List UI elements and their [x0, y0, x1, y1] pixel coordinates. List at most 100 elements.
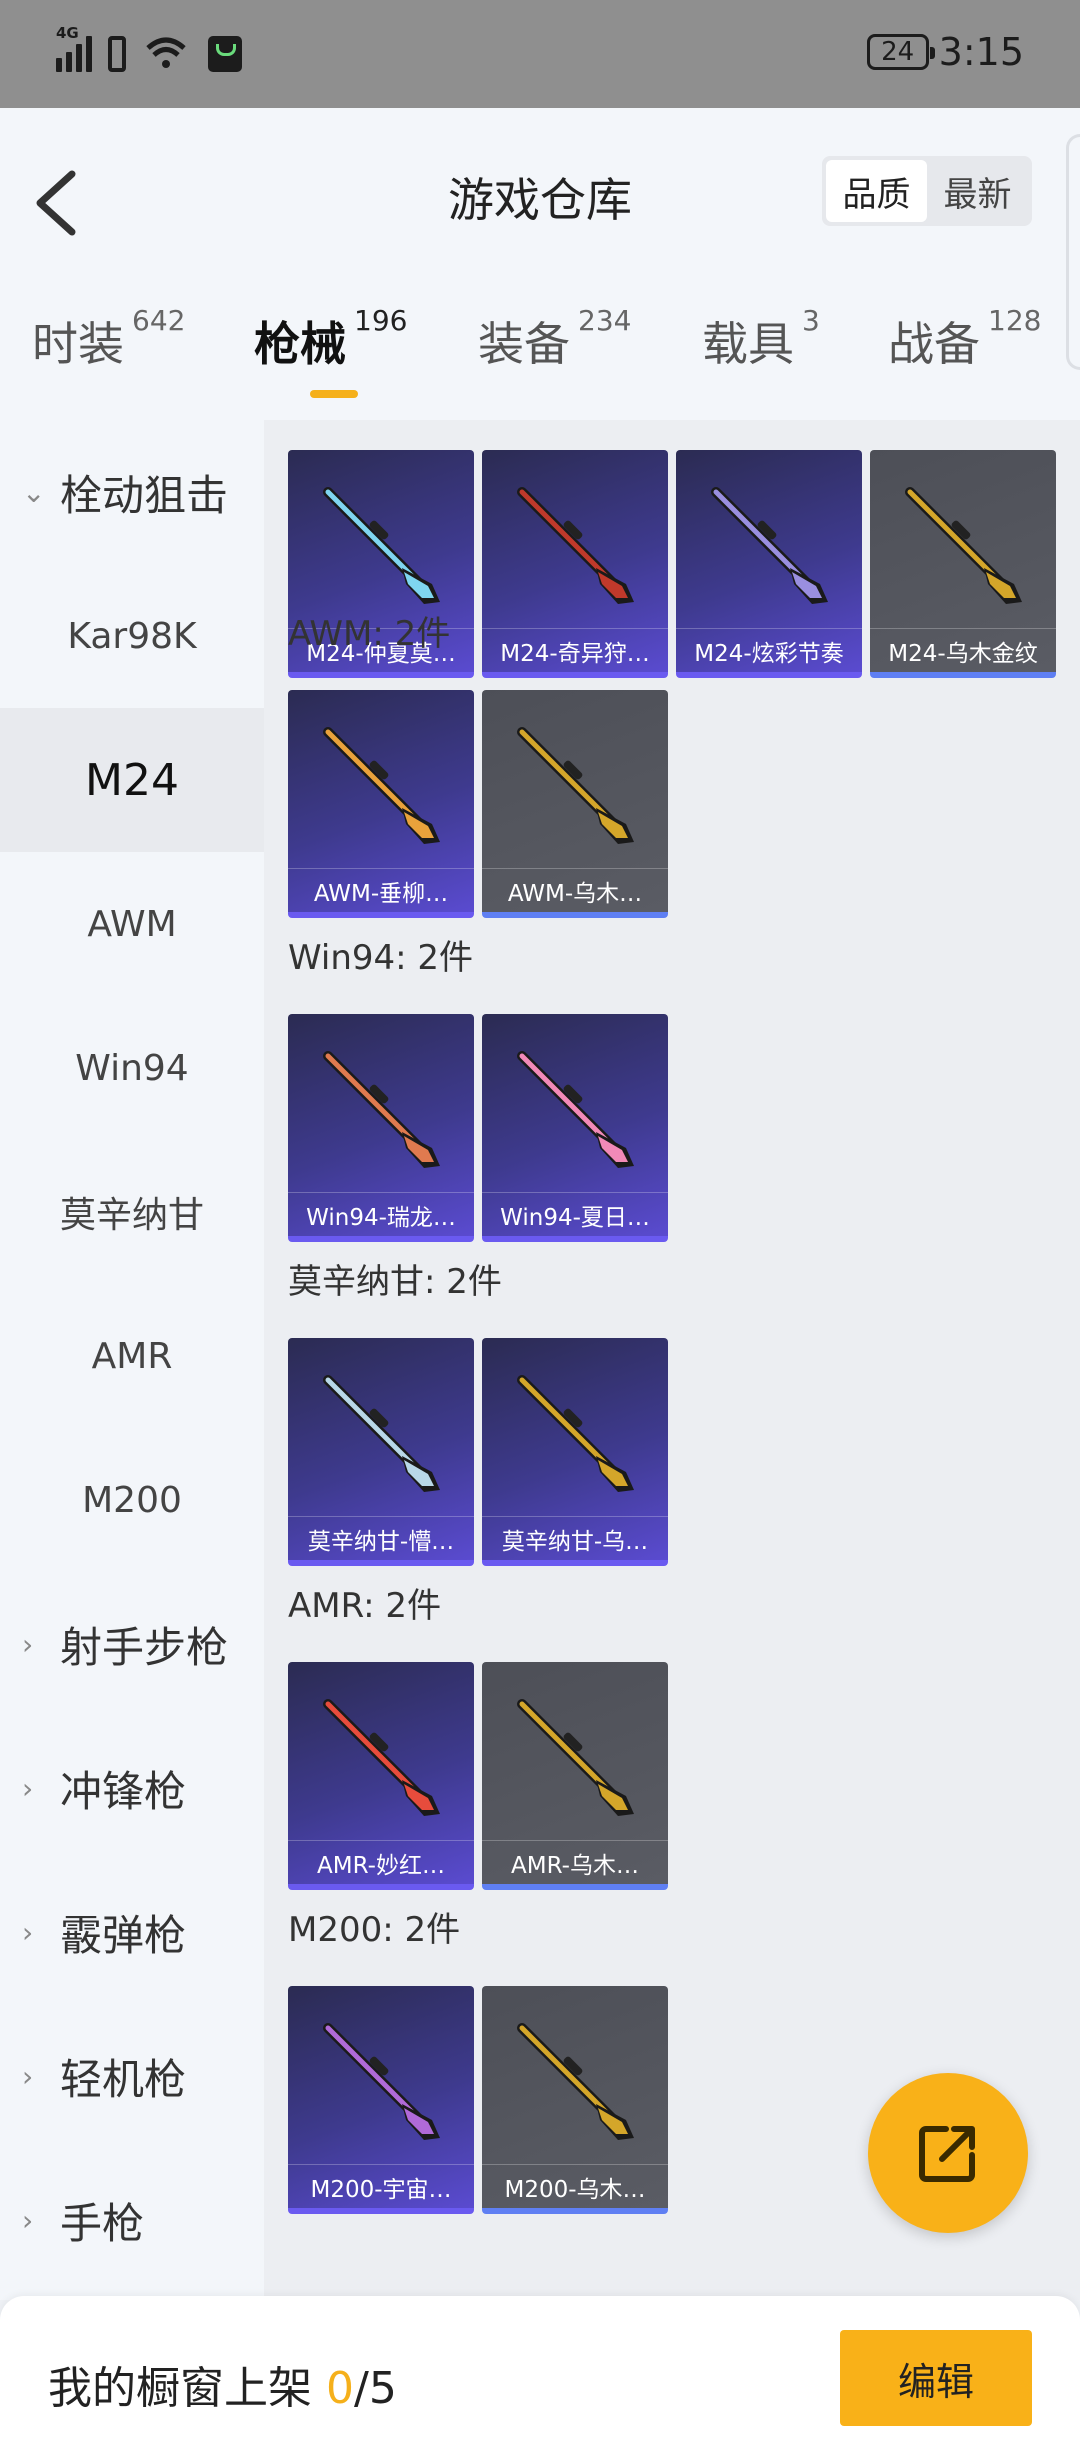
weapon-skin-card[interactable]: 莫辛纳甘-懵…: [288, 1338, 474, 1566]
weapon-skin-card[interactable]: AWM-乌木…: [482, 690, 668, 918]
weapon-skin-card[interactable]: Win94-夏日…: [482, 1014, 668, 1242]
weapon-skin-card[interactable]: Win94-瑞龙…: [288, 1014, 474, 1242]
sidebar-item-label: 栓动狙击: [60, 470, 229, 520]
rifle-icon: [323, 1051, 440, 1168]
section-title: 莫辛纳甘: 2件: [288, 1262, 502, 1302]
section-title: M200: 2件: [288, 1910, 461, 1950]
sidebar-item-lmg[interactable]: › 轻机枪: [0, 2004, 264, 2148]
weapon-skin-name: AMR-乌木…: [482, 1840, 668, 1884]
tab-count: 642: [132, 304, 186, 337]
rifle-icon: [323, 487, 440, 604]
sidebar-item-bolt-action[interactable]: ⌄ 栓动狙击: [0, 420, 264, 564]
weapon-skin-card[interactable]: AMR-妙红…: [288, 1662, 474, 1890]
weapon-skin-card[interactable]: M200-宇宙…: [288, 1986, 474, 2214]
weapon-skin-name: M24-乌木金纹: [870, 628, 1056, 672]
sidebar-item-marksman-rifle[interactable]: › 射手步枪: [0, 1572, 264, 1716]
sim-icon: [108, 36, 126, 72]
rifle-icon: [517, 487, 634, 604]
rifle-icon: [323, 2023, 440, 2140]
share-button[interactable]: [868, 2073, 1028, 2233]
chevron-right-icon: ›: [22, 2059, 34, 2093]
sidebar-item-m200[interactable]: M200: [0, 1428, 264, 1572]
weapon-skin-name: AWM-垂柳…: [288, 868, 474, 912]
tab-label: 战备: [888, 317, 980, 371]
tab-count: 196: [354, 304, 408, 337]
rifle-icon: [517, 1375, 634, 1492]
edit-button[interactable]: 编辑: [840, 2330, 1032, 2426]
sidebar-item-win94[interactable]: Win94: [0, 996, 264, 1140]
weapon-skin-name: M24-奇异狩…: [482, 628, 668, 672]
showcase-label: 我的橱窗上架: [48, 2363, 312, 2414]
weapon-skin-card[interactable]: M24-乌木金纹: [870, 450, 1056, 678]
weapon-skin-card[interactable]: M24-炫彩节奏: [676, 450, 862, 678]
tab-label: 时装: [32, 317, 124, 371]
tab-label: 装备: [478, 317, 570, 371]
sort-newest-button[interactable]: 最新: [927, 160, 1028, 222]
rifle-icon: [905, 487, 1022, 604]
weapon-skin-name: 莫辛纳甘-懵…: [288, 1516, 474, 1560]
weapon-skin-card[interactable]: M200-乌木…: [482, 1986, 668, 2214]
sidebar-item-amr[interactable]: AMR: [0, 1284, 264, 1428]
chevron-right-icon: ›: [22, 1627, 34, 1661]
chevron-down-icon: ⌄: [22, 475, 46, 509]
sidebar-item-label: 霰弹枪: [60, 1910, 187, 1960]
tab-count: 234: [578, 304, 632, 337]
weapon-type-sidebar: ⌄ 栓动狙击 Kar98K M24 AWM Win94 莫辛纳甘 AMR M20…: [0, 420, 264, 2300]
tab-count: 128: [988, 304, 1042, 337]
signal-icon: 4G: [56, 24, 92, 72]
network-type: 4G: [56, 24, 79, 42]
weapon-skin-card[interactable]: AWM-垂柳…: [288, 690, 474, 918]
section-title: AMR: 2件: [288, 1586, 442, 1626]
sidebar-item-label: 冲锋枪: [60, 1766, 187, 1816]
weapon-skin-name: M200-宇宙…: [288, 2164, 474, 2208]
tab-vehicles[interactable]: 载具 3: [702, 304, 820, 374]
tab-fashion[interactable]: 时装 642: [32, 304, 185, 374]
sidebar-item-pistol[interactable]: › 手枪: [0, 2148, 264, 2292]
battery-icon: 24: [866, 34, 935, 70]
tab-label: 枪械: [254, 317, 346, 371]
sidebar-item-mosin-nagant[interactable]: 莫辛纳甘: [0, 1140, 264, 1284]
edge-handle[interactable]: [1066, 134, 1080, 370]
header: 游戏仓库 品质 最新 时装 642 枪械 196 装备 234 载具 3 战备 …: [0, 108, 1080, 420]
section-title: AWM: 2件: [288, 614, 451, 654]
sidebar-item-smg[interactable]: › 冲锋枪: [0, 1716, 264, 1860]
status-bar: 4G 24 3:15: [0, 0, 1080, 108]
weapon-skin-card[interactable]: 莫辛纳甘-乌…: [482, 1338, 668, 1566]
showcase-status: 我的橱窗上架 0 /5: [48, 2352, 397, 2416]
rifle-icon: [711, 487, 828, 604]
sidebar-item-label: 射手步枪: [60, 1622, 229, 1672]
chevron-right-icon: ›: [22, 1915, 34, 1949]
tab-label: 载具: [702, 317, 794, 371]
sidebar-item-m24[interactable]: M24: [0, 708, 264, 852]
weapon-skin-card[interactable]: AMR-乌木…: [482, 1662, 668, 1890]
weapon-skin-card[interactable]: M24-奇异狩…: [482, 450, 668, 678]
rifle-icon: [323, 727, 440, 844]
battery-level: 24: [881, 37, 915, 67]
sidebar-item-label: 轻机枪: [60, 2054, 187, 2104]
chevron-right-icon: ›: [22, 2203, 34, 2237]
weapon-skin-name: AMR-妙红…: [288, 1840, 474, 1884]
sort-toggle: 品质 最新: [822, 156, 1032, 226]
sidebar-item-awm[interactable]: AWM: [0, 852, 264, 996]
rifle-icon: [517, 2023, 634, 2140]
tab-equipment[interactable]: 装备 234: [478, 304, 631, 374]
category-tabs: 时装 642 枪械 196 装备 234 载具 3 战备 128: [0, 304, 1060, 398]
rifle-icon: [517, 1051, 634, 1168]
sidebar-item-shotgun[interactable]: › 霰弹枪: [0, 1860, 264, 2004]
sidebar-item-kar98k[interactable]: Kar98K: [0, 564, 264, 708]
share-icon: [919, 2126, 975, 2182]
rifle-icon: [517, 1699, 634, 1816]
tab-weapons[interactable]: 枪械 196: [254, 304, 407, 374]
rifle-icon: [517, 727, 634, 844]
clock: 3:15: [938, 30, 1024, 74]
tab-count: 3: [802, 304, 820, 337]
weapon-skin-name: Win94-夏日…: [482, 1192, 668, 1236]
weapon-skin-name: M200-乌木…: [482, 2164, 668, 2208]
sort-quality-button[interactable]: 品质: [826, 160, 927, 222]
weapon-skin-name: Win94-瑞龙…: [288, 1192, 474, 1236]
weapon-skin-name: M24-炫彩节奏: [676, 628, 862, 672]
tab-combat-gear[interactable]: 战备 128: [888, 304, 1041, 374]
showcase-total: /5: [354, 2363, 397, 2414]
section-title: Win94: 2件: [288, 938, 474, 978]
chevron-right-icon: ›: [22, 1771, 34, 1805]
